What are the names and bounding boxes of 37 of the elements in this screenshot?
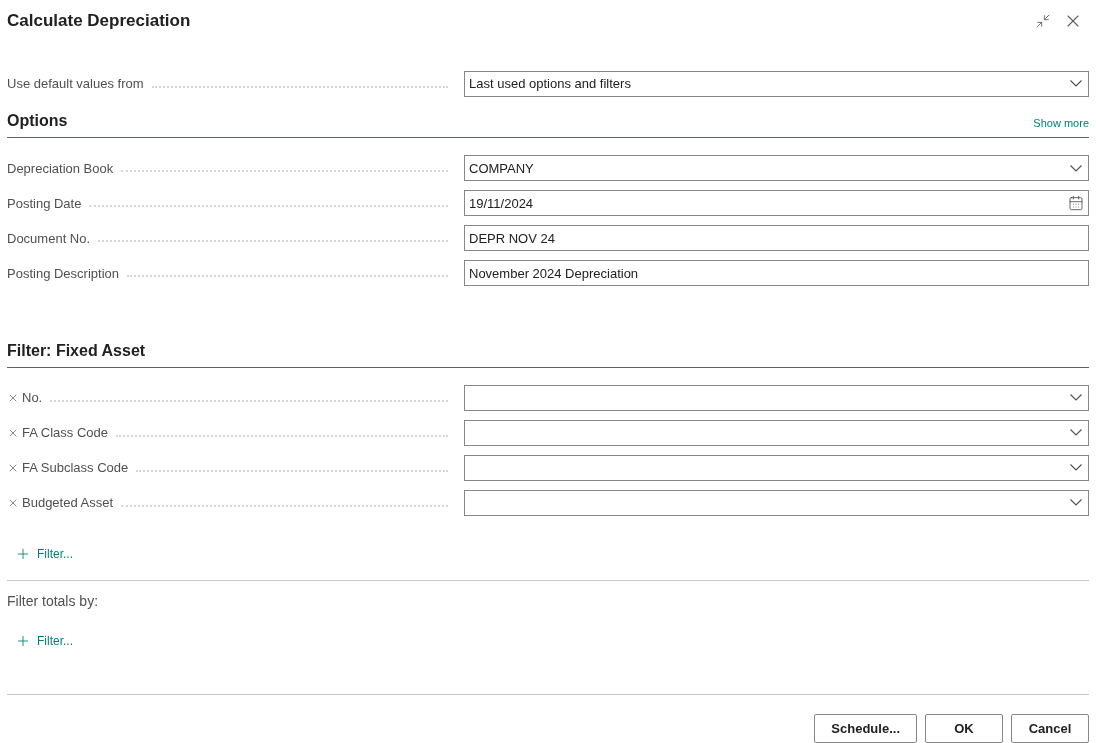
dialog-button[interactable]: Schedule... [814, 714, 917, 743]
dropdown-field[interactable]: Last used options and filters [464, 70, 1089, 97]
field-label: Use default values from [7, 75, 144, 93]
field-label: Depreciation Book [7, 159, 114, 178]
dropdown-field[interactable] [464, 489, 1089, 516]
dropdown-field[interactable]: COMPANY [464, 155, 1089, 182]
dialog-title: Calculate Depreciation [7, 10, 192, 33]
dropdown-field[interactable] [464, 419, 1089, 446]
dialog-button[interactable]: OK [925, 714, 1003, 743]
chevron-down-icon [1070, 499, 1082, 507]
section-title: Filter: Fixed Asset [7, 340, 147, 361]
chevron-down-icon [1070, 429, 1082, 437]
field-label: FA Subclass Code [22, 459, 129, 478]
field-label: Posting Description [7, 264, 119, 283]
add-filter-link[interactable]: Filter... [15, 631, 73, 650]
chevron-down-icon [1070, 464, 1082, 472]
show-more-link[interactable]: Show more [1033, 114, 1089, 132]
filter-totals-label: Filter totals by: [7, 593, 99, 610]
section-title: Options [7, 111, 69, 132]
add-filter-link[interactable]: Filter... [15, 545, 73, 563]
calendar-icon [1068, 195, 1084, 212]
chevron-down-icon [1070, 164, 1082, 172]
dropdown-field[interactable] [464, 384, 1089, 411]
dropdown-field[interactable] [464, 454, 1089, 481]
dialog-button[interactable]: Cancel [1011, 714, 1089, 743]
field-label: Document No. [7, 229, 91, 248]
chevron-down-icon [1070, 394, 1082, 402]
date-field[interactable]: 19/11/2024 [464, 190, 1089, 217]
field-label: Budgeted Asset [22, 494, 114, 513]
field-label: No. [22, 389, 43, 408]
plus-icon [15, 546, 31, 562]
field-label: Posting Date [7, 194, 82, 213]
collapse-icon[interactable] [1035, 12, 1051, 29]
chevron-down-icon [1070, 80, 1082, 88]
input-field[interactable]: DEPR NOV 24 [464, 225, 1089, 252]
field-label: FA Class Code [22, 424, 108, 443]
input-field[interactable]: November 2024 Depreciation [464, 260, 1089, 287]
